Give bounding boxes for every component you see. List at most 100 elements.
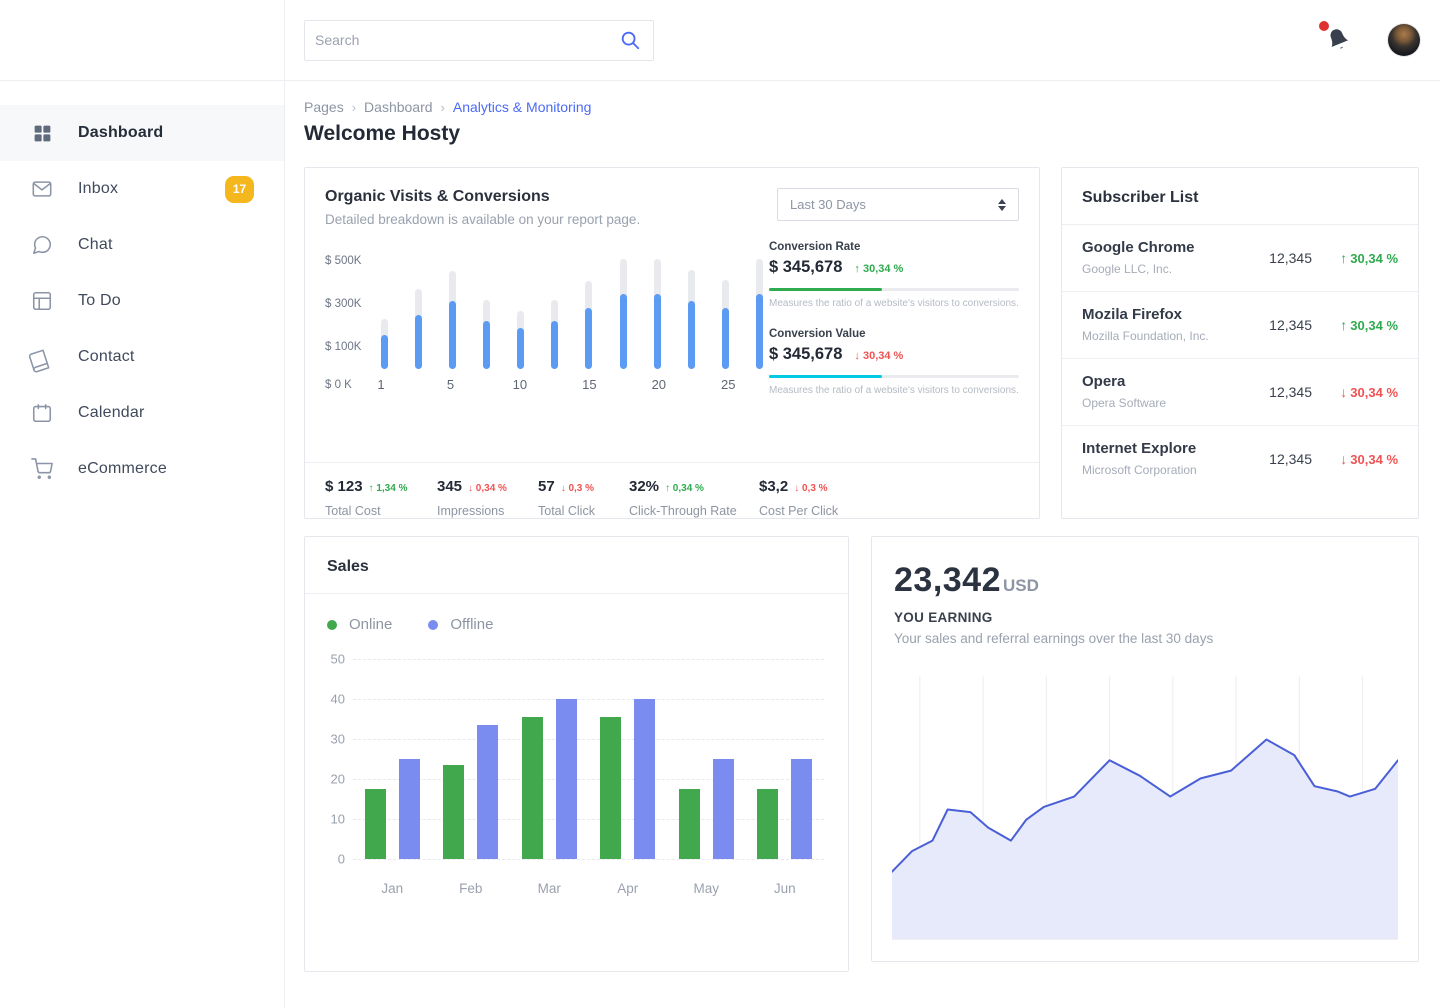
legend-dot-icon bbox=[327, 620, 337, 630]
y-tick-label: 20 bbox=[319, 772, 345, 787]
legend-item-online[interactable]: Online bbox=[327, 616, 392, 633]
conversion-metric: Conversion Rate$ 345,678↑ 30,34 %Measure… bbox=[769, 241, 1019, 309]
online-bar bbox=[522, 717, 543, 859]
inbox-badge: 17 bbox=[225, 176, 254, 203]
sidebar-item-chat[interactable]: Chat bbox=[0, 217, 284, 273]
search-icon[interactable] bbox=[619, 29, 641, 51]
metric-value: $ 345,678 bbox=[769, 345, 842, 364]
metric-change: ↓ 30,34 % bbox=[854, 350, 903, 362]
subscriber-list-card: Subscriber List Google ChromeGoogle LLC,… bbox=[1061, 167, 1419, 519]
notifications-button[interactable] bbox=[1326, 27, 1352, 53]
subscriber-name: Internet Explore bbox=[1082, 440, 1197, 457]
top-bar bbox=[285, 0, 1440, 81]
breadcrumb-item[interactable]: Pages bbox=[304, 99, 344, 115]
x-tick-label: 10 bbox=[513, 377, 527, 392]
organic-bar bbox=[483, 257, 490, 369]
dashboard-icon bbox=[30, 121, 54, 145]
sidebar-item-label: To Do bbox=[78, 292, 121, 310]
sidebar-item-dashboard[interactable]: Dashboard bbox=[0, 105, 284, 161]
logo-area bbox=[0, 0, 285, 81]
earning-currency: USD bbox=[1003, 576, 1039, 595]
y-tick-label: 50 bbox=[319, 652, 345, 667]
stat-value: 32% bbox=[629, 478, 659, 495]
legend-item-offline[interactable]: Offline bbox=[428, 616, 493, 633]
up-arrow-icon: ↑ bbox=[1340, 317, 1347, 333]
stat-click-through-rate: 32%↑ 0,34 %Click-Through Rate bbox=[629, 478, 759, 518]
earning-label: YOU EARNING bbox=[894, 610, 1396, 625]
legend-dot-icon bbox=[428, 620, 438, 630]
sidebar-item-inbox[interactable]: Inbox 17 bbox=[0, 161, 284, 217]
user-avatar[interactable] bbox=[1388, 24, 1420, 56]
organic-bar bbox=[688, 257, 695, 369]
x-tick-label: May bbox=[678, 881, 734, 896]
sidebar-item-label: Inbox bbox=[78, 180, 118, 198]
sales-card-title: Sales bbox=[327, 558, 826, 576]
breadcrumb-item[interactable]: Analytics & Monitoring bbox=[453, 99, 592, 115]
subscriber-name: Google Chrome bbox=[1082, 239, 1195, 256]
x-tick-label: Jun bbox=[757, 881, 813, 896]
subscriber-company: Microsoft Corporation bbox=[1082, 463, 1197, 477]
conversion-metrics: Conversion Rate$ 345,678↑ 30,34 %Measure… bbox=[769, 241, 1019, 462]
conversion-metric: Conversion Value $ 345,678 ↓ 30,34 % Measur… bbox=[769, 328, 1019, 396]
sidebar-item-to-do[interactable]: To Do bbox=[0, 273, 284, 329]
legend-label: Online bbox=[349, 616, 392, 633]
y-tick-label: 0 bbox=[319, 852, 345, 867]
stat-change: ↓ 0,3 % bbox=[794, 483, 827, 494]
organic-bar bbox=[449, 257, 456, 369]
sidebar: Dashboard Inbox 17 Chat To Do Contact Calendar… bbox=[0, 81, 285, 1008]
sidebar-item-calendar[interactable]: Calendar bbox=[0, 385, 284, 441]
bar-group-feb bbox=[443, 725, 499, 859]
subscriber-change: ↑30,34 % bbox=[1312, 250, 1398, 266]
x-tick-label: Mar bbox=[521, 881, 577, 896]
sidebar-item-contact[interactable]: Contact bbox=[0, 329, 284, 385]
organic-card-title: Organic Visits & Conversions bbox=[325, 188, 640, 206]
metric-caption: Measures the ratio of a website's visito… bbox=[769, 385, 1019, 396]
online-bar bbox=[679, 789, 700, 859]
organic-card-subtitle: Detailed breakdown is available on your … bbox=[325, 212, 640, 227]
sidebar-item-label: Chat bbox=[78, 236, 113, 254]
y-tick-label: 10 bbox=[319, 812, 345, 827]
sales-x-axis: JanFebMarAprMayJun bbox=[353, 881, 824, 896]
offline-bar bbox=[477, 725, 498, 859]
subscriber-row: OperaOpera Software12,345↓30,34 % bbox=[1062, 359, 1418, 426]
y-tick-label: 40 bbox=[319, 692, 345, 707]
gridline bbox=[353, 859, 824, 860]
online-bar bbox=[600, 717, 621, 859]
stat-label: Impressions bbox=[437, 504, 538, 518]
chat-icon bbox=[30, 233, 54, 257]
metric-progress-track bbox=[769, 288, 1019, 291]
offline-bar bbox=[399, 759, 420, 859]
app-window: Dashboard Inbox 17 Chat To Do Contact Calendar… bbox=[0, 0, 1440, 1008]
breadcrumb-item[interactable]: Dashboard bbox=[364, 99, 433, 115]
sidebar-item-label: Calendar bbox=[78, 404, 145, 422]
stat-change: ↑ 0,34 % bbox=[665, 483, 704, 494]
subscriber-name: Mozila Firefox bbox=[1082, 306, 1209, 323]
sidebar-item-ecommerce[interactable]: eCommerce bbox=[0, 441, 284, 497]
cart-icon bbox=[30, 457, 54, 481]
search-input[interactable] bbox=[315, 32, 619, 48]
metric-label: Conversion Value bbox=[769, 328, 1019, 340]
main-content: Pages›Dashboard›Analytics & Monitoring W… bbox=[285, 81, 1440, 1008]
stat-change: ↑ 1,34 % bbox=[369, 483, 408, 494]
stat-change: ↓ 0,3 % bbox=[561, 483, 594, 494]
y-tick-label: $ 100K bbox=[325, 341, 361, 353]
sidebar-item-label: eCommerce bbox=[78, 460, 167, 478]
organic-bar-chart: $ 0 K$ 100K$ 300K$ 500K 1510152025 bbox=[325, 241, 769, 462]
subscriber-rows: Google ChromeGoogle LLC, Inc.12,345↑30,3… bbox=[1062, 225, 1418, 492]
subscriber-row: Google ChromeGoogle LLC, Inc.12,345↑30,3… bbox=[1062, 225, 1418, 292]
y-tick-label: $ 0 K bbox=[325, 379, 352, 391]
stat-value: 57 bbox=[538, 478, 555, 495]
y-tick-label: 30 bbox=[319, 732, 345, 747]
breadcrumb-separator: › bbox=[352, 100, 356, 115]
metric-change: ↑ 30,34 % bbox=[854, 263, 903, 275]
x-tick-label: Feb bbox=[443, 881, 499, 896]
organic-bars bbox=[381, 257, 763, 369]
organic-bar bbox=[415, 257, 422, 369]
x-tick-label: 15 bbox=[582, 377, 596, 392]
offline-bar bbox=[791, 759, 812, 859]
x-tick-label: 20 bbox=[652, 377, 666, 392]
date-range-select[interactable]: Last 30 Days bbox=[777, 188, 1019, 221]
breadcrumb-separator: › bbox=[441, 100, 445, 115]
sales-bar-groups bbox=[353, 659, 824, 859]
metric-progress-fill bbox=[769, 375, 882, 378]
